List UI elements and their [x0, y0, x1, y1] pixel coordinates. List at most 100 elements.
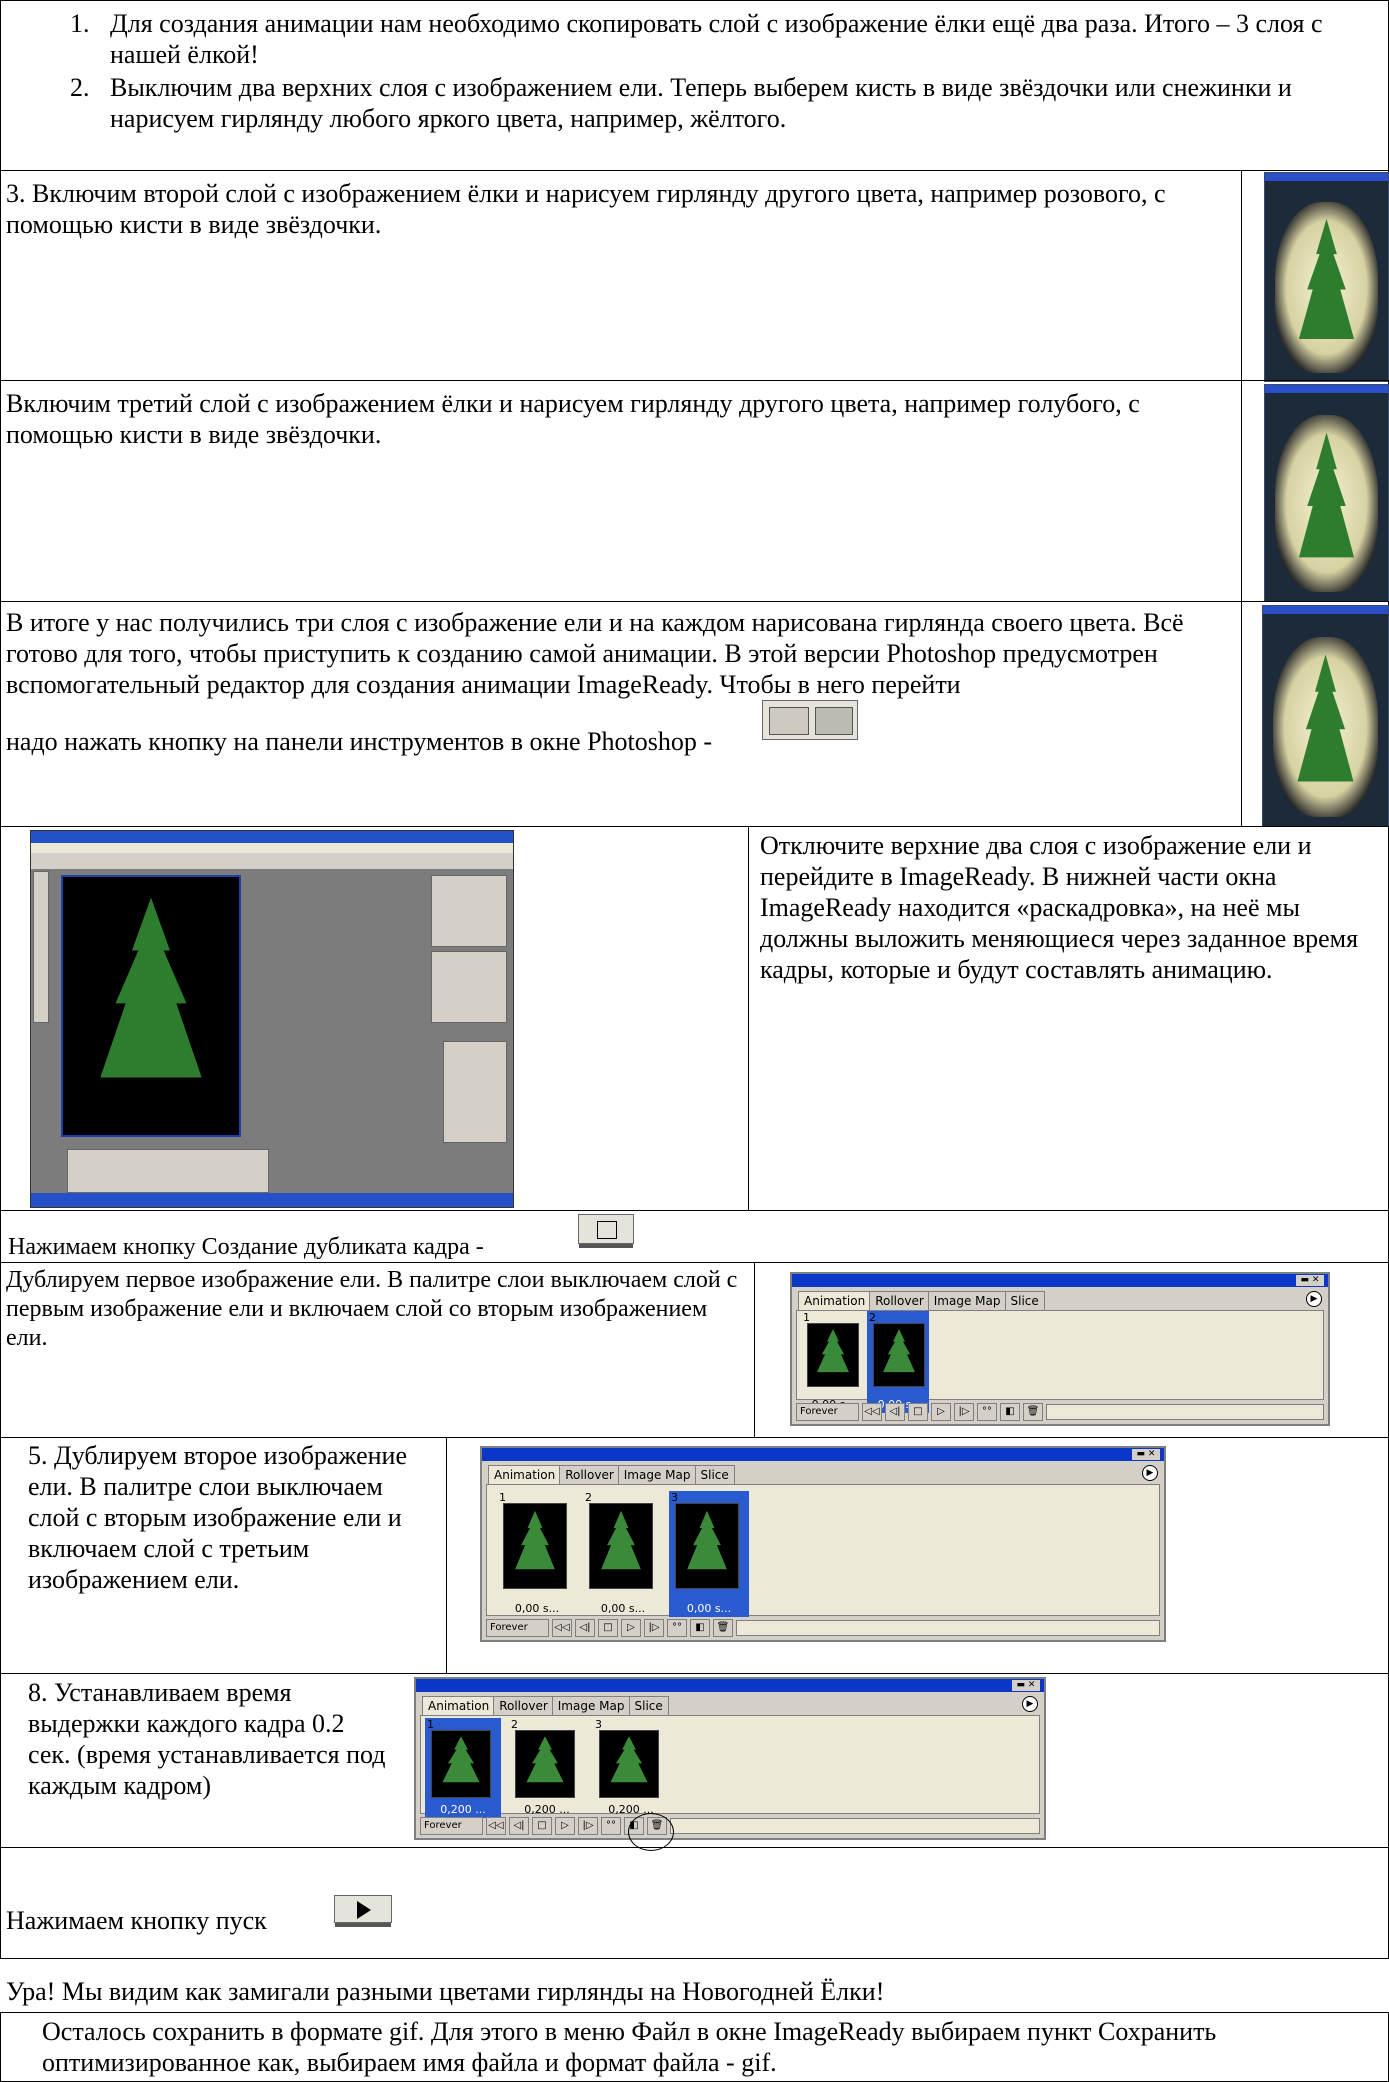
tab-animation[interactable]: Animation — [798, 1291, 872, 1310]
palette-titlebar: ▬ ✕ — [416, 1679, 1044, 1692]
row-play — [0, 1847, 1389, 1959]
tab-image-map[interactable]: Image Map — [927, 1291, 1007, 1310]
palette-titlebar: ▬ ✕ — [792, 1274, 1328, 1287]
step-2: 2. Выключим два верхних слоя с изображени… — [70, 72, 1380, 134]
step-2-text: Выключим два верхних слоя с изображением… — [110, 73, 1292, 133]
next-frame-icon[interactable]: |▷ — [954, 1403, 974, 1421]
frame-delay[interactable]: 0,00 s... — [669, 1602, 749, 1615]
tab-animation[interactable]: Animation — [422, 1696, 496, 1715]
first-frame-icon[interactable]: ◁◁ — [486, 1817, 506, 1835]
jump-icon-left — [769, 707, 809, 735]
animation-panel-mini — [67, 1149, 269, 1193]
tab-slice[interactable]: Slice — [1004, 1291, 1045, 1310]
icon-underline — [579, 1244, 633, 1248]
palette-controls: Forever ◁◁ ◁| □ ▷ |▷ °° ◧ 🗑 — [796, 1403, 1324, 1421]
frame-2[interactable]: 2 0,200 ... — [509, 1718, 585, 1818]
frame-delay[interactable]: 0,00 s... — [583, 1602, 663, 1615]
tree-icon — [687, 1510, 727, 1570]
tree-icon — [515, 1510, 555, 1570]
frame-thumbnail — [675, 1503, 739, 1589]
tween-icon[interactable]: °° — [977, 1403, 997, 1421]
duplicate-second-text: 5. Дублируем второе изображение ели. В п… — [28, 1441, 408, 1594]
play-text: Нажимаем кнопку пуск — [6, 1906, 267, 1935]
tab-animation[interactable]: Animation — [488, 1465, 562, 1484]
imageready-intro-text-2: надо нажать кнопку на панели инструменто… — [6, 727, 713, 756]
duplicate-frame-text: Нажимаем кнопку Создание дубликата кадра… — [8, 1234, 484, 1260]
step-1-text: Для создания анимации нам необходимо ско… — [110, 9, 1323, 69]
play-icon[interactable]: ▷ — [931, 1403, 951, 1421]
first-frame-icon[interactable]: ◁◁ — [552, 1619, 572, 1637]
palette-titlebar: ▬ ✕ — [482, 1448, 1164, 1461]
loop-select[interactable]: Forever — [796, 1403, 859, 1421]
frame-2[interactable]: 2 0,00 s.. — [867, 1311, 929, 1413]
step-3-text: 3. Включим второй слой с изображением ёл… — [6, 179, 1166, 239]
stop-icon[interactable]: □ — [532, 1817, 552, 1835]
frame-1[interactable]: 1 0,200 ... — [425, 1718, 501, 1818]
animation-palette-three-frames: ▬ ✕ Animation Rollover Image Map Slice ▶ 1 … — [480, 1446, 1166, 1642]
tab-slice[interactable]: Slice — [628, 1696, 669, 1715]
jump-to-imageready-button-icon — [762, 700, 858, 740]
palette-controls: Forever ◁◁ ◁| □ ▷ |▷ °° ◧ 🗑 — [486, 1619, 1160, 1637]
icon-underline — [335, 1923, 391, 1927]
frame-3[interactable]: 3 0,00 s... — [669, 1491, 749, 1617]
play-button-highlight-circle — [628, 1813, 674, 1851]
frame-thumbnail — [431, 1730, 491, 1798]
duplicate-frame-icon[interactable]: ◧ — [690, 1619, 710, 1637]
trash-icon[interactable]: 🗑 — [1023, 1403, 1043, 1421]
hooray-text: Ура! Мы видим как замигали разными цвета… — [6, 1977, 885, 2006]
frame-thumbnail — [503, 1503, 567, 1589]
tree-thumbnail-final — [1262, 605, 1389, 827]
thumbnail-titlebar — [1265, 385, 1388, 393]
stop-icon[interactable]: □ — [908, 1403, 928, 1421]
tree-icon — [610, 1736, 648, 1783]
next-frame-icon[interactable]: |▷ — [578, 1817, 598, 1835]
stop-icon[interactable]: □ — [598, 1619, 618, 1637]
palette-menu-icon[interactable]: ▶ — [1022, 1696, 1038, 1712]
duplicate-frame-icon[interactable]: ◧ — [1000, 1403, 1020, 1421]
first-frame-icon[interactable]: ◁◁ — [862, 1403, 882, 1421]
frame-thumbnail — [515, 1730, 575, 1798]
duplicate-icon-glyph — [597, 1221, 617, 1239]
frames-area: 1 0,00 s.. 2 0,00 s.. — [796, 1310, 1324, 1413]
frame-2[interactable]: 2 0,00 s... — [583, 1491, 663, 1617]
loop-select[interactable]: Forever — [420, 1817, 483, 1835]
palette-menu-icon[interactable]: ▶ — [1142, 1465, 1158, 1481]
tab-rollover[interactable]: Rollover — [493, 1696, 554, 1715]
tab-image-map[interactable]: Image Map — [551, 1696, 631, 1715]
palette-scrollbar[interactable] — [736, 1620, 1160, 1636]
play-icon[interactable]: ▷ — [621, 1619, 641, 1637]
tween-icon[interactable]: °° — [667, 1619, 687, 1637]
frame-1[interactable]: 1 0,00 s.. — [801, 1311, 863, 1413]
trash-icon[interactable]: 🗑 — [713, 1619, 733, 1637]
palette-scrollbar[interactable] — [1046, 1404, 1324, 1420]
loop-select[interactable]: Forever — [486, 1619, 549, 1637]
prev-frame-icon[interactable]: ◁| — [575, 1619, 595, 1637]
duplicate-first-text: Дублируем первое изображение ели. В пали… — [6, 1267, 738, 1351]
frame-delay[interactable]: 0,00 s... — [497, 1602, 577, 1615]
palette-scrollbar[interactable] — [670, 1818, 1040, 1834]
frame-delay[interactable]: 0,200 ... — [509, 1803, 585, 1816]
frame-1[interactable]: 1 0,00 s... — [497, 1491, 577, 1617]
step-blue-text: Включим третий слой с изображением ёлки … — [6, 389, 1140, 449]
frame-3[interactable]: 3 0,200 ... — [593, 1718, 669, 1818]
frame-delay[interactable]: 0,200 ... — [425, 1803, 501, 1816]
next-frame-icon[interactable]: |▷ — [644, 1619, 664, 1637]
palette-menu-icon[interactable]: ▶ — [1306, 1291, 1322, 1307]
palette-window-controls[interactable]: ▬ ✕ — [1132, 1449, 1160, 1460]
tween-icon[interactable]: °° — [601, 1817, 621, 1835]
play-icon[interactable]: ▷ — [555, 1817, 575, 1835]
tab-slice[interactable]: Slice — [694, 1465, 735, 1484]
palette-window-controls[interactable]: ▬ ✕ — [1012, 1680, 1040, 1691]
window-toolbar — [31, 853, 513, 869]
prev-frame-icon[interactable]: ◁| — [509, 1817, 529, 1835]
layers-panel — [443, 1041, 507, 1143]
palette-window-controls[interactable]: ▬ ✕ — [1296, 1275, 1324, 1286]
prev-frame-icon[interactable]: ◁| — [885, 1403, 905, 1421]
palette-controls: Forever ◁◁ ◁| □ ▷ |▷ °° ◧ 🗑 — [420, 1817, 1040, 1835]
tab-rollover[interactable]: Rollover — [559, 1465, 620, 1484]
tab-rollover[interactable]: Rollover — [869, 1291, 930, 1310]
tree-icon — [442, 1736, 480, 1783]
tab-image-map[interactable]: Image Map — [617, 1465, 697, 1484]
step-2-number: 2. — [70, 73, 90, 102]
thumbnail-titlebar — [1263, 606, 1388, 614]
